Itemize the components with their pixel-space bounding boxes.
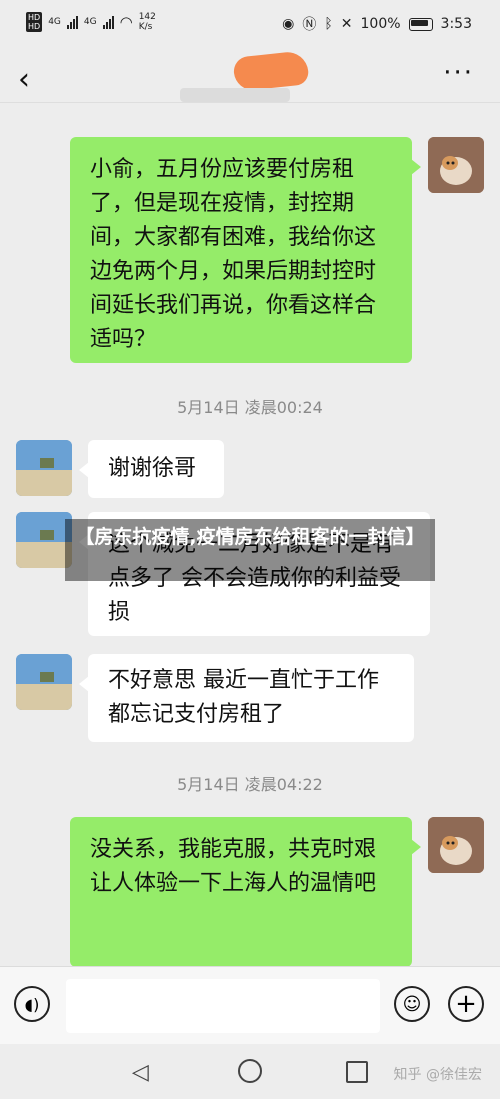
mute-icon: ✕ — [340, 16, 353, 32]
message-bubble-received[interactable]: 不好意思 最近一直忙于工作 都忘记支付房租了 — [79, 654, 414, 742]
nav-home-icon[interactable] — [238, 1059, 262, 1083]
speed-unit: K/s — [138, 22, 153, 32]
status-bar: HD HD 4G 4G ◠ 142 K/s ◉ Ⓝ ᛒ ✕ 100% 3:53 — [0, 0, 500, 52]
emoji-icon[interactable]: ☺ — [394, 986, 430, 1022]
message-bubble-received[interactable]: 谢谢徐哥 — [79, 440, 224, 498]
battery-icon — [408, 17, 433, 31]
avatar-contact[interactable] — [16, 440, 72, 496]
nav-back-icon[interactable]: ◁ — [132, 1060, 149, 1085]
message-bubble-sent[interactable]: 没关系，我能克服，共克时艰 让人体验一下上海人的温情吧 — [70, 817, 421, 967]
voice-input-icon[interactable]: ◖) — [14, 986, 50, 1022]
wifi-icon: ◠ — [119, 13, 133, 31]
more-dots-icon[interactable]: ··· — [443, 58, 474, 88]
signal-icon-2 — [102, 15, 114, 29]
signal-icon — [66, 15, 78, 29]
avatar-self[interactable] — [428, 137, 484, 193]
avatar-self[interactable] — [428, 817, 484, 873]
battery-label: 100% — [360, 16, 401, 32]
signal-4g-b-label: 4G — [83, 17, 97, 27]
bluetooth-icon: ᛒ — [324, 16, 333, 32]
eye-icon: ◉ — [282, 16, 295, 32]
avatar-contact[interactable] — [16, 654, 72, 710]
input-bar: ◖) ☺ + — [0, 966, 500, 1045]
timestamp: 5月14日 凌晨04:22 — [177, 775, 323, 794]
article-title-overlay: 【房东抗疫情,疫情房东给租客的一封信】 — [65, 519, 435, 581]
plus-icon[interactable]: + — [448, 986, 484, 1022]
network-speed: 142 K/s — [139, 12, 156, 32]
message-bubble-sent[interactable]: 小俞，五月份应该要付房租了，但是现在疫情，封控期间，大家都有困难，我给你这边免两… — [70, 137, 421, 363]
message-input[interactable] — [66, 979, 380, 1033]
hd-indicator: HD HD — [26, 12, 43, 32]
nav-recent-icon[interactable] — [346, 1061, 368, 1083]
timestamp: 5月14日 凌晨00:24 — [177, 398, 323, 417]
clock: 3:53 — [440, 16, 472, 32]
avatar-contact[interactable] — [16, 512, 72, 568]
status-left: HD HD 4G 4G ◠ 142 K/s — [26, 12, 156, 32]
status-right: ◉ Ⓝ ᛒ ✕ 100% 3:53 — [282, 14, 472, 34]
nfc-icon: Ⓝ — [302, 17, 317, 33]
watermark: 知乎 @徐佳宏 — [393, 1067, 482, 1083]
signal-4g-a-label: 4G — [48, 17, 61, 27]
hd-label-b: HD — [28, 22, 41, 31]
header-subtitle-blur — [180, 88, 290, 102]
hd-label-a: HD — [28, 13, 41, 22]
system-nav-bar: ◁ 知乎 @徐佳宏 — [0, 1044, 500, 1099]
speed-value: 142 — [138, 12, 156, 22]
